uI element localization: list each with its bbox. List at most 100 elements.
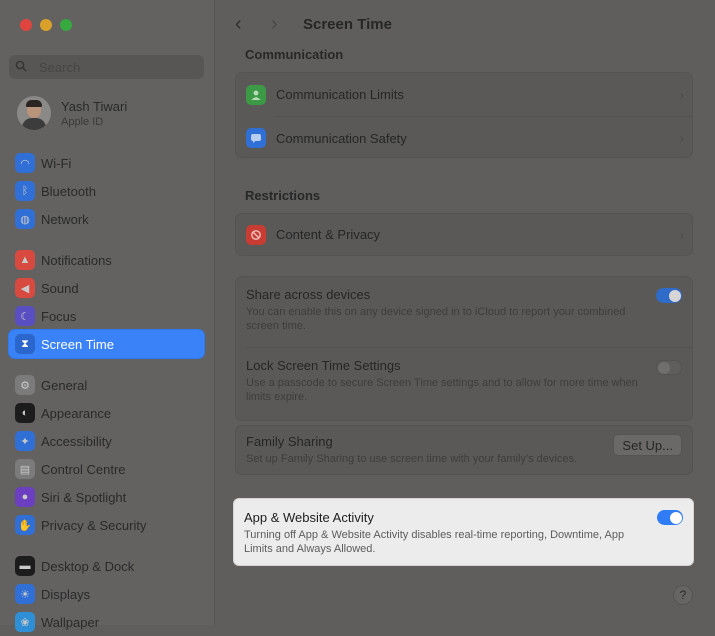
- set-up-button[interactable]: Set Up...: [613, 434, 682, 456]
- sidebar-group-notifications: ▲ Notifications ◀ Sound ☾ Focus ⧗ Screen Time: [9, 246, 204, 358]
- apple-id-profile[interactable]: Yash Tiwari Apple ID: [17, 96, 127, 130]
- sidebar-item-general[interactable]: ⚙ General: [9, 371, 204, 399]
- search-input[interactable]: [37, 58, 191, 76]
- window-controls: [20, 19, 72, 31]
- page-title: Screen Time: [303, 16, 392, 33]
- row-label: Communication Safety: [276, 130, 407, 146]
- sidebar-item-wallpaper[interactable]: ❀ Wallpaper: [9, 608, 204, 636]
- setting-description: Turning off App & Website Activity disab…: [244, 529, 625, 555]
- setting-description: Set up Family Sharing to use screen time…: [246, 453, 578, 465]
- setting-family-sharing: Family Sharing Set up Family Sharing to …: [236, 426, 692, 474]
- wallpaper-icon: ❀: [15, 612, 35, 632]
- row-label: Content & Privacy: [276, 227, 381, 242]
- setting-description: You can enable this on any device signed…: [246, 306, 626, 332]
- sidebar-item-network[interactable]: ◍ Network: [9, 205, 204, 233]
- siri-icon: ●: [15, 487, 35, 507]
- lock-screen-time-toggle[interactable]: [656, 360, 682, 375]
- hourglass-icon: ⧗: [15, 334, 35, 354]
- communication-limits-icon: [246, 84, 266, 105]
- toolbar: ‹ › Screen Time: [215, 0, 715, 50]
- setting-description: Use a passcode to secure Screen Time set…: [246, 377, 638, 403]
- setting-title: Share across devices: [246, 287, 371, 302]
- sidebar-item-siri-spotlight[interactable]: ● Siri & Spotlight: [9, 483, 204, 511]
- sidebar-item-focus[interactable]: ☾ Focus: [9, 302, 204, 330]
- restriction-icon: [246, 224, 266, 245]
- bluetooth-icon: ᛒ: [15, 181, 35, 201]
- sidebar-item-label: Displays: [41, 586, 91, 602]
- sidebar-group-network: ◠ Wi-Fi ᛒ Bluetooth ◍ Network: [9, 149, 204, 233]
- sidebar-group-display: ▬ Desktop & Dock ☀ Displays ❀ Wallpaper: [9, 552, 204, 636]
- sidebar-item-screen-time[interactable]: ⧗ Screen Time: [9, 330, 204, 358]
- sidebar-item-accessibility[interactable]: ✦ Accessibility: [9, 427, 204, 455]
- globe-icon: ◍: [15, 209, 35, 229]
- row-content-privacy[interactable]: Content & Privacy ›: [236, 214, 692, 255]
- app-website-activity-card: App & Website Activity Turning off App &…: [233, 498, 694, 566]
- restrictions-card: Content & Privacy ›: [235, 213, 693, 256]
- sidebar-item-label: Appearance: [41, 405, 112, 421]
- speaker-icon: ◀: [15, 278, 35, 298]
- profile-subtitle: Apple ID: [61, 115, 104, 128]
- sidebar-item-displays[interactable]: ☀ Displays: [9, 580, 204, 608]
- sidebar-item-label: Wallpaper: [41, 614, 100, 630]
- sidebar-item-appearance[interactable]: ◐ Appearance: [9, 399, 204, 427]
- row-communication-safety[interactable]: Communication Safety ›: [236, 117, 692, 159]
- sidebar-item-label: Siri & Spotlight: [41, 489, 127, 505]
- setting-title: Lock Screen Time Settings: [246, 358, 401, 373]
- row-label: Communication Limits: [276, 87, 404, 102]
- sidebar-item-label: Notifications: [41, 252, 112, 268]
- sidebar-item-wi-fi[interactable]: ◠ Wi-Fi: [9, 149, 204, 177]
- dock-icon: ▬: [15, 556, 35, 576]
- sidebar-item-label: Sound: [41, 280, 79, 296]
- hand-icon: ✋: [15, 515, 35, 535]
- sidebar-item-label: Screen Time: [41, 336, 114, 352]
- section-restrictions-title: Restrictions: [245, 188, 321, 203]
- display-icon: ☀: [15, 584, 35, 604]
- minimize-window-button[interactable]: [40, 19, 52, 31]
- sidebar-item-label: Focus: [41, 308, 77, 324]
- sidebar-item-label: Desktop & Dock: [41, 558, 135, 574]
- search-box[interactable]: [9, 55, 204, 79]
- close-window-button[interactable]: [20, 19, 32, 31]
- sidebar-item-privacy-security[interactable]: ✋ Privacy & Security: [9, 511, 204, 539]
- communication-safety-icon: [246, 128, 266, 148]
- avatar: [17, 96, 51, 130]
- communication-card: Communication Limits › Communication Saf…: [235, 72, 693, 158]
- sidebar-item-label: Control Centre: [41, 461, 126, 477]
- accessibility-icon: ✦: [15, 431, 35, 451]
- app-website-activity-toggle[interactable]: [657, 510, 683, 525]
- help-button[interactable]: ?: [673, 585, 693, 605]
- sidebar-item-label: General: [41, 377, 88, 393]
- setting-title: App & Website Activity: [244, 510, 374, 525]
- search-icon: [15, 60, 33, 75]
- sidebar-item-label: Bluetooth: [41, 183, 96, 199]
- zoom-window-button[interactable]: [60, 19, 72, 31]
- chevron-right-icon: ›: [679, 87, 684, 102]
- sidebar-item-sound[interactable]: ◀ Sound: [9, 274, 204, 302]
- settings-window: Yash Tiwari Apple ID ◠ Wi-Fi ᛒ Bluetooth ◍ Ne…: [0, 0, 715, 632]
- appearance-icon: ◐: [15, 403, 35, 423]
- control-centre-icon: ▤: [15, 459, 35, 479]
- wifi-icon: ◠: [15, 153, 35, 173]
- gear-icon: ⚙: [15, 375, 35, 395]
- sidebar-item-control-centre[interactable]: ▤ Control Centre: [9, 455, 204, 483]
- sidebar-item-bluetooth[interactable]: ᛒ Bluetooth: [9, 177, 204, 205]
- moon-icon: ☾: [15, 306, 35, 326]
- bell-icon: ▲: [15, 250, 35, 270]
- forward-button[interactable]: ›: [271, 13, 278, 36]
- section-communication-title: Communication: [245, 47, 344, 62]
- sidebar-item-label: Wi-Fi: [41, 155, 72, 171]
- share-across-devices-toggle[interactable]: [656, 288, 682, 303]
- chevron-right-icon: ›: [679, 227, 684, 242]
- screen-time-options-card: Share across devices You can enable this…: [235, 276, 693, 421]
- sidebar-item-label: Privacy & Security: [41, 517, 147, 533]
- setting-share-across-devices: Share across devices You can enable this…: [236, 277, 692, 347]
- setting-lock-screen-time: Lock Screen Time Settings Use a passcode…: [236, 348, 692, 420]
- row-communication-limits[interactable]: Communication Limits ›: [236, 73, 692, 116]
- sidebar-item-notifications[interactable]: ▲ Notifications: [9, 246, 204, 274]
- profile-name: Yash Tiwari: [61, 98, 128, 114]
- sidebar-group-system: ⚙ General ◐ Appearance ✦ Accessibility ▤ Contro…: [9, 371, 204, 539]
- family-sharing-card: Family Sharing Set up Family Sharing to …: [235, 425, 693, 475]
- sidebar-item-label: Accessibility: [41, 433, 112, 449]
- back-button[interactable]: ‹: [235, 13, 242, 36]
- sidebar-item-desktop-dock[interactable]: ▬ Desktop & Dock: [9, 552, 204, 580]
